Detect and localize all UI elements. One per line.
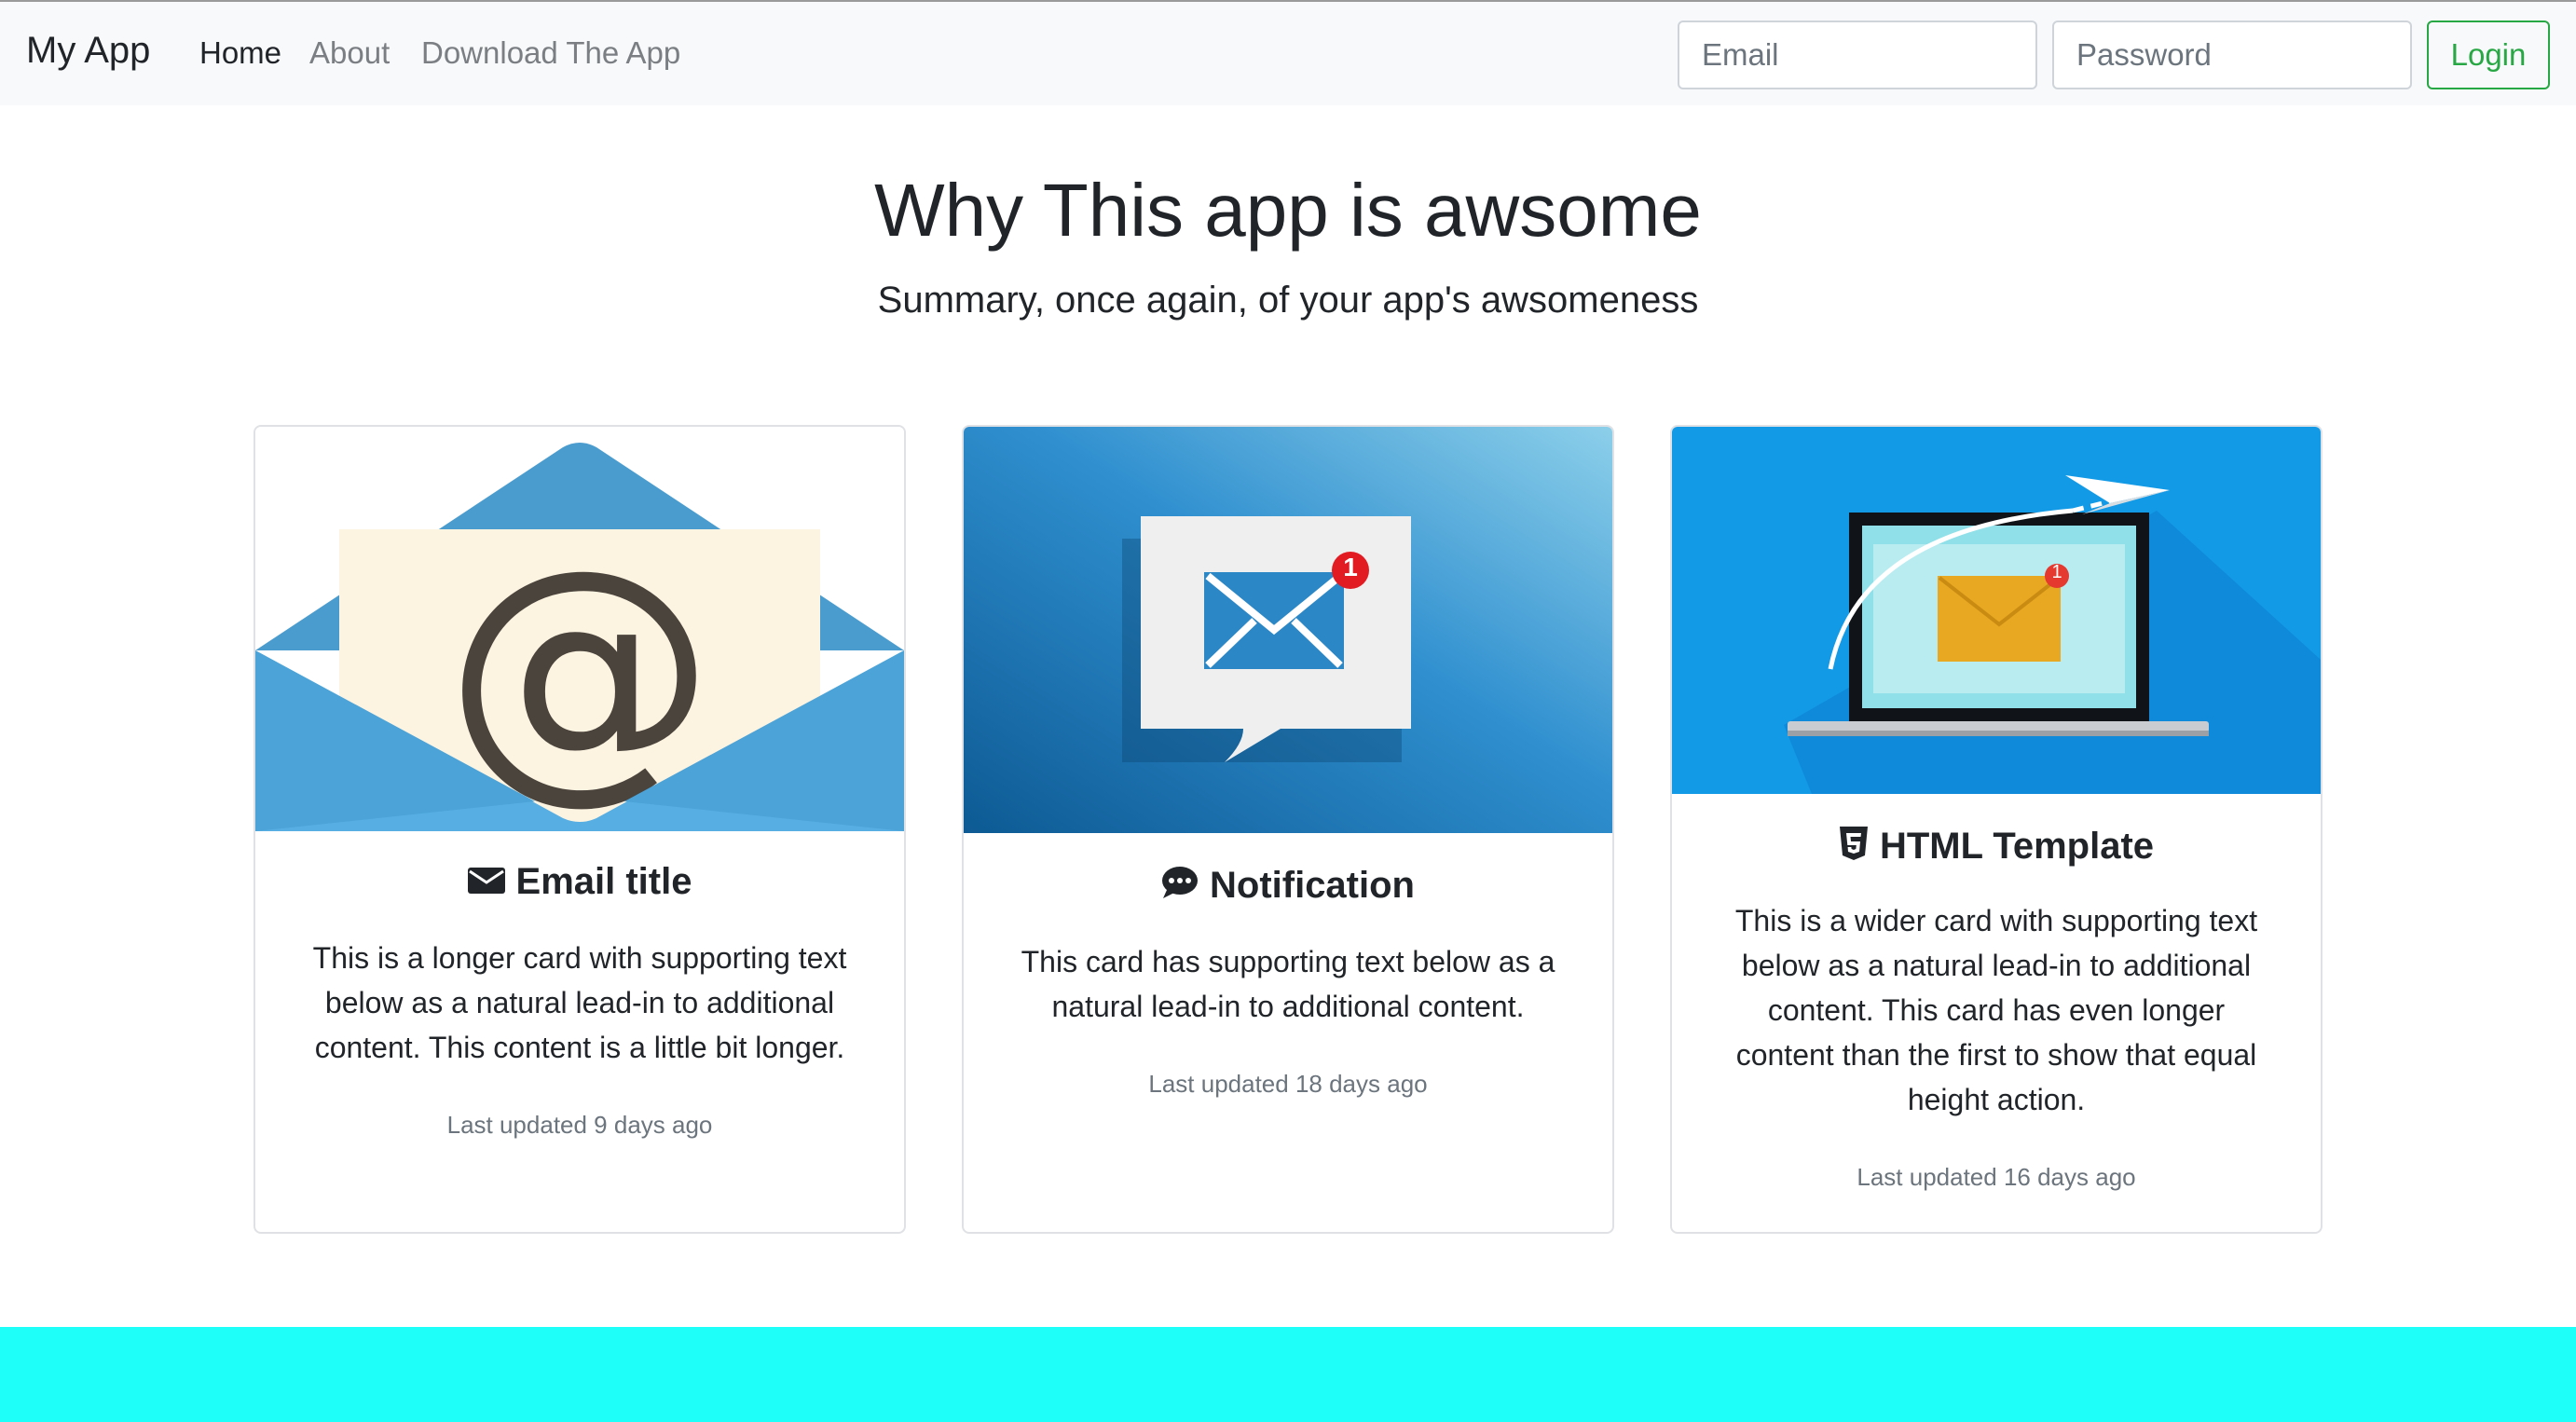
card-text: This is a wider card with supporting tex… (1734, 904, 2258, 1116)
card-updated: Last updated 16 days ago (1857, 1163, 2136, 1191)
email-field[interactable] (1678, 21, 2037, 89)
card-email: @ Email title This is a longer card with… (253, 425, 906, 1234)
card-html-template: 1 HTML Template This is a wider card wit… (1670, 425, 2323, 1234)
card-title-text: Notification (1210, 865, 1415, 906)
brand-logo[interactable]: My App (26, 30, 150, 72)
notification-badge: 1 (2051, 562, 2062, 582)
envelope-icon (467, 863, 505, 905)
password-field[interactable] (2052, 21, 2412, 89)
footer-band (0, 1327, 2576, 1422)
card-title: Email title (255, 861, 904, 905)
login-button[interactable]: Login (2427, 21, 2550, 89)
nav-link-about[interactable]: About (309, 35, 390, 71)
comment-dots-icon (1161, 866, 1199, 909)
card-text: This card has supporting text below as a… (1021, 945, 1555, 1023)
laptop-illustration-image: 1 (1672, 427, 2321, 794)
notification-illustration-image: 1 (964, 427, 1612, 833)
card-title-text: Email title (515, 861, 692, 902)
card-title: Notification (964, 865, 1612, 909)
card-updated: Last updated 18 days ago (1148, 1070, 1428, 1098)
page-title: Why This app is awsome (874, 169, 1702, 252)
nav-link-download[interactable]: Download The App (421, 35, 680, 71)
email-illustration-image: @ (255, 427, 904, 831)
navbar: My App Home About Download The App Login (0, 0, 2576, 105)
card-notification: 1 Notification This card has supporting … (962, 425, 1614, 1234)
card-updated: Last updated 9 days ago (446, 1111, 713, 1139)
card-title-text: HTML Template (1879, 826, 2155, 867)
notification-badge: 1 (1343, 553, 1358, 581)
card-title: HTML Template (1672, 826, 2321, 870)
html5-icon (1839, 826, 1869, 870)
card-text: This is a longer card with supporting te… (312, 941, 847, 1064)
page-subtitle: Summary, once again, of your app's awsom… (877, 280, 1699, 321)
nav-link-home[interactable]: Home (199, 35, 281, 71)
